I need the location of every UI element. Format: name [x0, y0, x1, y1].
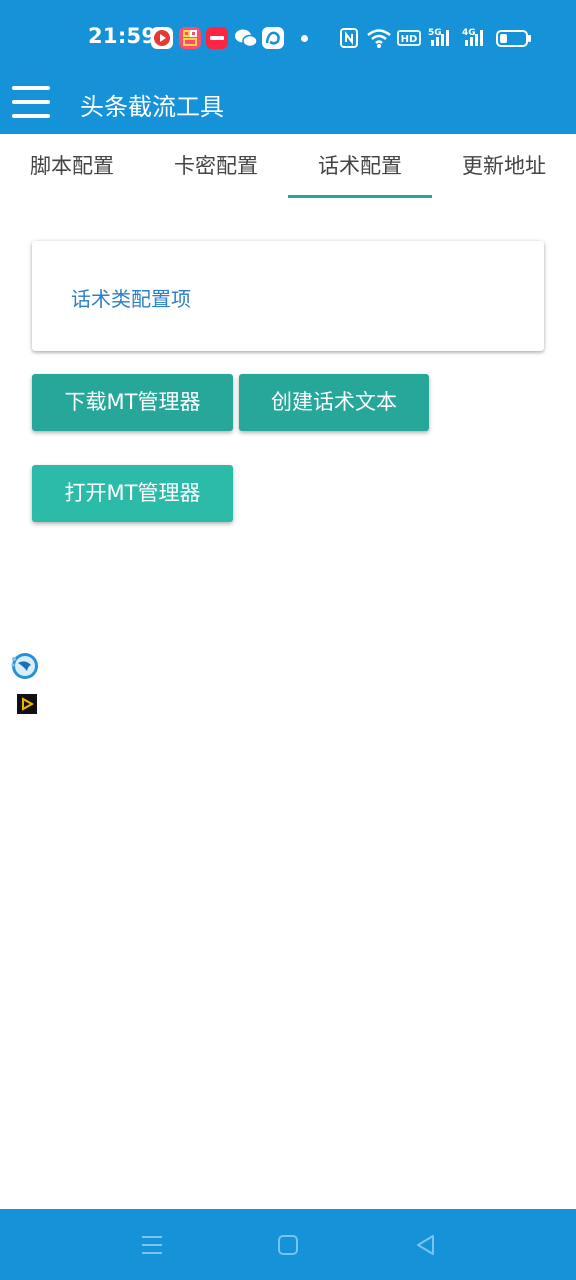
open-mt-button[interactable]: 打开MT管理器	[32, 465, 233, 522]
browser-app-icon	[262, 27, 284, 49]
back-triangle-icon[interactable]	[412, 1231, 440, 1259]
tab-card-key-config[interactable]: 卡密配置	[144, 134, 288, 198]
hd-badge: HD	[397, 26, 421, 50]
active-tab-indicator	[288, 195, 432, 198]
more-notifications-dot	[301, 35, 308, 42]
card-title: 话术类配置项	[71, 287, 191, 311]
create-script-text-button[interactable]: 创建话术文本	[239, 374, 429, 431]
app-screen: 21:59 HD 5G 4G 头条截流工具 脚本配置 卡密配置 话术配置 更新地…	[0, 0, 576, 1280]
app-title: 头条截流工具	[80, 93, 224, 121]
video-app-icon	[151, 27, 173, 49]
signal-4g-label: 4G	[462, 28, 476, 38]
recents-menu-icon[interactable]	[138, 1231, 166, 1259]
tab-script-config[interactable]: 脚本配置	[0, 134, 144, 198]
nfc-icon	[339, 26, 359, 50]
wechat-icon	[234, 27, 258, 49]
home-square-icon[interactable]	[274, 1231, 302, 1259]
signal-5g-icon: 5G	[427, 26, 455, 50]
tab-update-url[interactable]: 更新地址	[432, 134, 576, 198]
navigation-bar	[0, 1209, 576, 1280]
signal-5g-label: 5G	[428, 28, 442, 38]
hamburger-menu-icon[interactable]	[12, 84, 52, 120]
status-time: 21:59	[88, 24, 157, 48]
signal-4g-icon: 4G	[461, 26, 489, 50]
download-mt-button[interactable]: 下载MT管理器	[32, 374, 233, 431]
bird-app-icon[interactable]	[9, 651, 41, 685]
tab-script-text-config[interactable]: 话术配置	[288, 134, 432, 198]
battery-icon	[496, 26, 532, 50]
app-bar: 头条截流工具	[0, 76, 576, 134]
xiaohongshu-icon	[206, 27, 228, 49]
hd-label: HD	[401, 34, 418, 45]
play-app-icon[interactable]	[17, 694, 37, 718]
shop-app-icon	[179, 27, 201, 49]
status-bar: 21:59 HD 5G 4G	[0, 0, 576, 76]
wifi-icon	[366, 26, 392, 50]
tab-bar: 脚本配置 卡密配置 话术配置 更新地址	[0, 134, 576, 198]
config-card: 话术类配置项	[32, 241, 544, 351]
